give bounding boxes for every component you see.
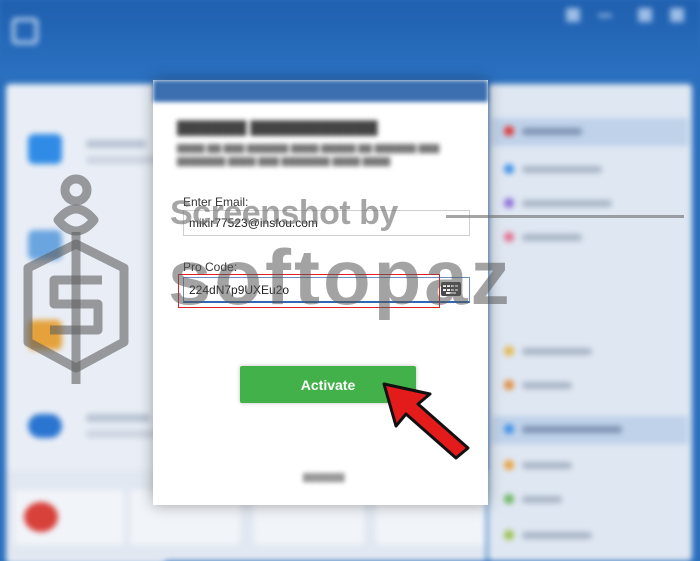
status-dot-icon — [504, 460, 514, 470]
dialog-header — [153, 80, 488, 102]
status-dot-icon — [504, 380, 514, 390]
watermark-brand: softopaz — [168, 233, 513, 321]
dialog-footer-link-blurred: ▇▇▇▇▇▇ — [303, 472, 345, 482]
right-line — [522, 200, 612, 207]
status-dot-icon — [504, 494, 514, 504]
watermark-rule — [446, 215, 684, 218]
status-dot-icon — [504, 164, 514, 174]
dialog-title-blurred: ▇▇▇▇▇▇ ▇▇▇▇▇▇▇▇▇▇▇ — [177, 119, 378, 136]
left-item-line — [86, 414, 150, 422]
dialog-description-blurred: ▇▇▇▇ ▇▇ ▇▇▇ ▇▇▇▇▇▇ ▇▇▇▇ ▇▇▇▇▇ ▇▇ ▇▇▇▇▇▇ … — [177, 143, 440, 166]
status-dot-icon — [504, 198, 514, 208]
status-dot-icon — [504, 424, 514, 434]
right-line — [522, 234, 582, 241]
close-icon — [670, 8, 684, 22]
minimize-icon — [598, 14, 612, 17]
cloud-tile-icon — [28, 414, 62, 438]
status-dot-icon — [504, 346, 514, 356]
softopaz-logo-icon — [23, 174, 129, 384]
watermark-caption: Screenshot by — [170, 194, 398, 232]
left-item-line — [86, 140, 146, 148]
status-dot-icon — [504, 530, 514, 540]
app-titlebar — [0, 0, 700, 78]
right-line — [522, 496, 562, 503]
right-line — [522, 382, 572, 389]
red-pointer-arrow — [382, 382, 470, 460]
left-item-line — [86, 156, 156, 164]
windows-tile-icon — [28, 134, 62, 164]
right-line — [522, 166, 602, 173]
status-dot-icon — [504, 126, 514, 136]
right-panel — [488, 84, 692, 561]
right-line — [522, 532, 592, 539]
right-line — [522, 462, 572, 469]
right-line — [522, 128, 582, 135]
left-item-line — [86, 430, 156, 438]
right-line — [522, 426, 622, 433]
app-logo-icon — [12, 18, 38, 44]
home-tile-icon — [24, 502, 58, 532]
settings-icon — [566, 8, 580, 22]
maximize-icon — [638, 8, 652, 22]
right-line — [522, 348, 592, 355]
